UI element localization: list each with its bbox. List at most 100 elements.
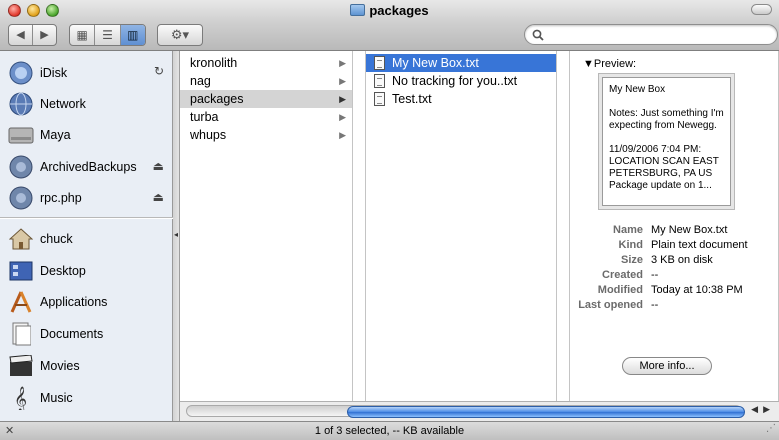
info-key: Last opened: [578, 299, 643, 311]
view-mode-group: ▦ ☰ ▥: [69, 24, 146, 46]
music-icon: 𝄞: [7, 384, 35, 412]
column-resizer[interactable]: [353, 51, 366, 401]
list-view-button[interactable]: ☰: [94, 25, 119, 45]
browser-column-2: My New Box.txt No tracking for you..txt …: [366, 51, 557, 401]
list-item[interactable]: kronolith ▶: [180, 54, 352, 72]
window-title-text: packages: [369, 3, 429, 18]
status-bar: ✕ 1 of 3 selected, -- KB available ⋰: [0, 421, 779, 440]
info-key: Kind: [618, 239, 643, 251]
forward-button[interactable]: ▶: [32, 25, 56, 45]
list-item[interactable]: turba ▶: [180, 108, 352, 126]
movies-icon: [7, 352, 35, 380]
sidebar-splitter[interactable]: ◂: [173, 51, 180, 421]
scroll-arrows-icon[interactable]: ◀▶: [751, 404, 775, 415]
list-item[interactable]: My New Box.txt: [366, 54, 556, 72]
resize-grip-icon[interactable]: ⋰: [766, 420, 776, 438]
preview-line: 11/09/2006 7:04 PM: LOCATION SCAN EAST P…: [609, 144, 719, 191]
item-label: packages: [190, 92, 244, 106]
info-value: Plain text document: [651, 239, 748, 251]
item-label: turba: [190, 110, 219, 124]
window-toolbar: packages ◀ ▶ ▦ ☰ ▥ ⚙▾: [0, 0, 779, 51]
sidebar-item-label: Documents: [40, 327, 104, 341]
list-item[interactable]: packages ▶: [180, 90, 352, 108]
toolbar-toggle-button[interactable]: [751, 4, 772, 15]
sidebar-item-desktop[interactable]: Desktop: [7, 256, 86, 286]
sidebar-item-label: Network: [40, 97, 86, 111]
disclosure-triangle-icon: ▼: [583, 58, 594, 70]
info-key: Created: [602, 269, 643, 281]
network-volume-icon: [7, 153, 35, 181]
info-key: Modified: [597, 284, 643, 296]
item-label: whups: [190, 128, 227, 142]
preview-line: Notes: Just something I'm expecting from…: [609, 108, 724, 131]
sidebar-item-label: Movies: [40, 359, 80, 373]
preview-column: ▼Preview: My New Box Notes: Just somethi…: [570, 51, 779, 401]
info-row: Name My New Box.txt: [570, 224, 779, 237]
info-row: Size 3 KB on disk: [570, 254, 779, 267]
applications-icon: [7, 288, 35, 316]
text-file-icon: [374, 92, 385, 106]
item-label: My New Box.txt: [392, 56, 479, 70]
desktop-icon: [7, 257, 35, 285]
svg-text:𝄞: 𝄞: [14, 386, 27, 410]
sidebar-item-network[interactable]: Network: [7, 89, 86, 119]
text-file-icon: [374, 74, 385, 88]
sidebar-item-chuck[interactable]: chuck: [7, 224, 73, 254]
list-item[interactable]: nag ▶: [180, 72, 352, 90]
eject-icon[interactable]: ⏏: [153, 190, 164, 204]
info-row: Kind Plain text document: [570, 239, 779, 252]
sidebar-item-applications[interactable]: Applications: [7, 287, 107, 317]
disclosure-arrow-icon: ▶: [339, 94, 346, 104]
folder-icon: [350, 4, 366, 16]
disclosure-arrow-icon: ▶: [339, 76, 346, 86]
eject-icon[interactable]: ⏏: [153, 159, 164, 173]
item-label: nag: [190, 74, 211, 88]
list-item[interactable]: No tracking for you..txt: [366, 72, 556, 90]
sidebar-item-label: chuck: [40, 232, 73, 246]
sidebar-item-archivedbackups[interactable]: ArchivedBackups: [7, 152, 137, 182]
preview-disclosure[interactable]: ▼Preview:: [583, 58, 636, 70]
back-button[interactable]: ◀: [9, 25, 32, 45]
info-row: Modified Today at 10:38 PM: [570, 284, 779, 297]
info-row: Created --: [570, 269, 779, 282]
sidebar-item-idisk[interactable]: iDisk: [7, 58, 67, 88]
list-item[interactable]: whups ▶: [180, 126, 352, 144]
column-view-button[interactable]: ▥: [119, 25, 145, 45]
browser-column-1: kronolith ▶ nag ▶ packages ▶ turba ▶ whups ▶: [180, 51, 353, 401]
sidebar: iDisk ↻ Network Maya ArchivedBackups ⏏ r…: [0, 51, 173, 421]
sidebar-item-documents[interactable]: Documents: [7, 319, 103, 349]
file-info: Name My New Box.txt Kind Plain text docu…: [570, 224, 779, 314]
search-input[interactable]: [548, 27, 768, 42]
search-field[interactable]: [524, 24, 778, 45]
item-label: No tracking for you..txt: [392, 74, 518, 88]
sidebar-item-music[interactable]: 𝄞 Music: [7, 383, 73, 413]
horizontal-scrollbar[interactable]: ◀▶: [180, 401, 779, 421]
item-label: kronolith: [190, 56, 238, 70]
status-text: 1 of 3 selected, -- KB available: [314, 425, 465, 437]
sync-icon[interactable]: ↻: [154, 64, 164, 78]
network-globe-icon: [7, 90, 35, 118]
scroll-track[interactable]: [186, 405, 745, 418]
list-item[interactable]: Test.txt: [366, 90, 556, 108]
info-key: Name: [613, 224, 643, 236]
network-volume-icon: [7, 184, 35, 212]
sidebar-item-maya[interactable]: Maya: [7, 120, 71, 150]
idisk-icon: [7, 59, 35, 87]
sidebar-item-label: ArchivedBackups: [40, 160, 137, 174]
sidebar-item-movies[interactable]: Movies: [7, 351, 80, 381]
scroll-thumb[interactable]: [347, 406, 745, 418]
sidebar-item-label: Music: [40, 391, 73, 405]
column-resizer[interactable]: [557, 51, 570, 401]
sidebar-item-label: Maya: [40, 128, 71, 142]
sidebar-item-label: Desktop: [40, 264, 86, 278]
sidebar-item-rpc-php[interactable]: rpc.php: [7, 183, 82, 213]
text-file-icon: [374, 56, 385, 70]
info-key: Size: [620, 254, 643, 266]
more-info-button[interactable]: More info...: [622, 357, 712, 375]
disclosure-arrow-icon: ▶: [339, 130, 346, 140]
disclosure-arrow-icon: ▶: [339, 58, 346, 68]
action-menu-button[interactable]: ⚙▾: [157, 24, 203, 46]
search-icon: [532, 29, 544, 41]
preview-thumbnail: My New Box Notes: Just something I'm exp…: [602, 77, 731, 206]
icon-view-button[interactable]: ▦: [70, 25, 94, 45]
